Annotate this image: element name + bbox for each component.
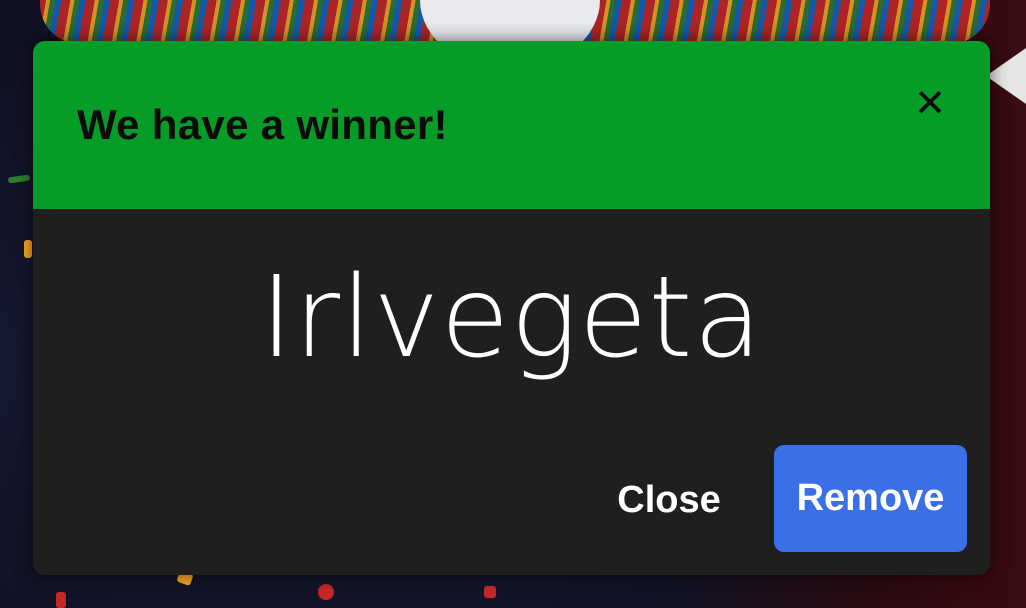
dialog-title: We have a winner! [77,101,448,148]
confetti-piece [24,240,32,258]
confetti-piece [7,174,31,184]
winner-name: Irlvegeta [259,253,764,383]
remove-button[interactable]: Remove [774,445,967,552]
dialog-header: We have a winner! ✕ [33,41,990,209]
confetti-piece [56,592,66,608]
confetti-piece [318,584,334,600]
close-button[interactable]: Close [589,447,749,553]
confetti-piece [484,586,496,598]
close-icon[interactable]: ✕ [912,84,948,122]
wheel-pointer-icon [986,48,1026,104]
winner-dialog: We have a winner! ✕ Irlvegeta Close Remo… [33,41,990,575]
